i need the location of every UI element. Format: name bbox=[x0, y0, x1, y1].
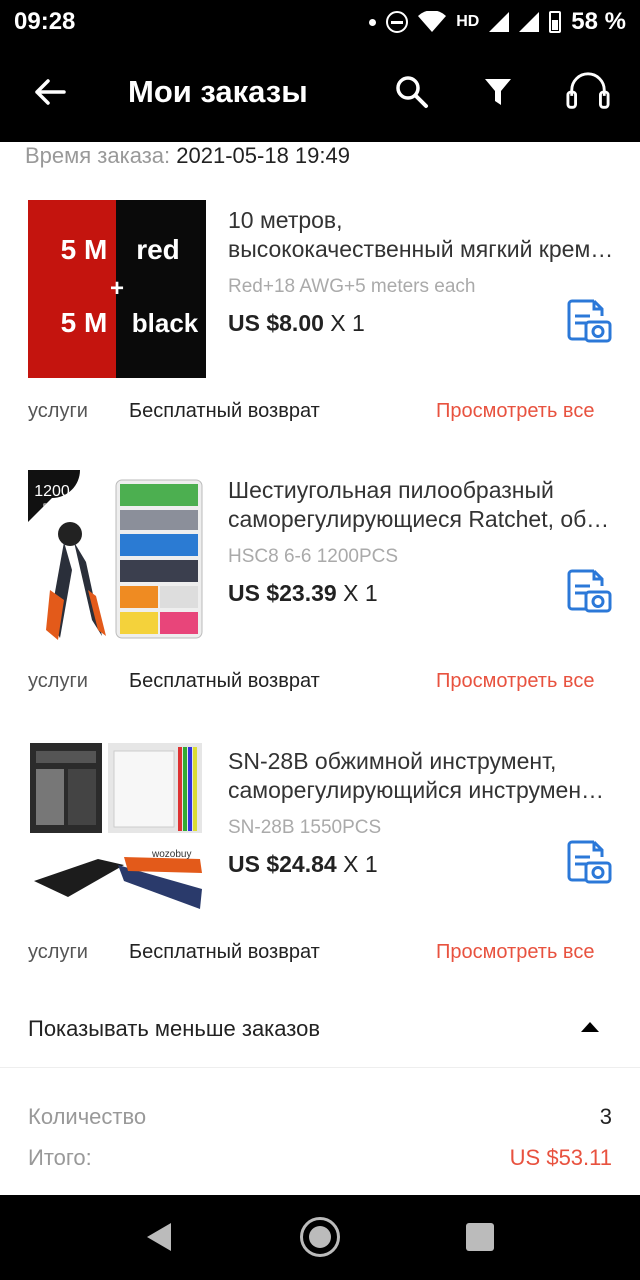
thumb-left-top: 5 M bbox=[61, 234, 108, 265]
brand-label: wozobuy bbox=[151, 849, 191, 860]
network-type: HD bbox=[456, 13, 480, 30]
support-button[interactable] bbox=[566, 70, 610, 114]
caret-up-icon bbox=[581, 1022, 599, 1032]
service-value: Бесплатный возврат bbox=[129, 400, 320, 422]
quantity-label: Количество bbox=[28, 1104, 147, 1129]
notification-dot-icon bbox=[369, 18, 377, 26]
search-button[interactable] bbox=[390, 70, 434, 114]
quantity: X 1 bbox=[343, 851, 378, 877]
product-title-line2: саморегулирующийся инструмент для обжима bbox=[228, 777, 614, 803]
wifi-icon bbox=[418, 11, 447, 32]
battery-icon bbox=[549, 11, 562, 33]
product-price: US $8.00 X 1 bbox=[228, 310, 365, 337]
product-title[interactable]: 10 метров, высококачественный мягкий кре… bbox=[228, 206, 614, 264]
arrow-left-icon bbox=[35, 79, 66, 105]
thumb-right-top: red bbox=[136, 234, 180, 265]
page-title: Мои заказы bbox=[128, 74, 308, 109]
battery-percent: 58 % bbox=[571, 8, 626, 35]
product-title-line2: саморегулирующиеся Ratchet, обжимной инс… bbox=[228, 506, 614, 532]
product-image[interactable]: 5 M + 5 M red black bbox=[28, 200, 206, 378]
product-variant: Red+18 AWG+5 meters each bbox=[228, 276, 476, 297]
total-value: US $53.11 bbox=[509, 1145, 612, 1170]
signal-2-icon bbox=[519, 12, 540, 32]
product-title-line1: SN-28B обжимной инструмент, bbox=[228, 748, 557, 774]
product-title[interactable]: SN-28B обжимной инструмент, саморегулиру… bbox=[228, 747, 614, 805]
quantity-value: 3 bbox=[599, 1104, 612, 1129]
receipt-camera-icon bbox=[567, 569, 612, 613]
receipt-button[interactable] bbox=[566, 568, 612, 614]
order-item[interactable]: 1200 PCS Шестиугольная пилообразный само… bbox=[0, 470, 640, 740]
receipt-camera-icon bbox=[567, 299, 612, 343]
thumb-left-bottom: 5 M bbox=[61, 307, 108, 338]
product-title-line2: высококачественный мягкий кремниевый про… bbox=[228, 236, 614, 262]
badge-unit: PCS bbox=[43, 502, 62, 512]
receipt-button[interactable] bbox=[566, 298, 612, 344]
price-value: US $23.39 bbox=[228, 580, 337, 606]
product-image[interactable]: 1200 PCS bbox=[28, 470, 206, 648]
badge-number: 1200 bbox=[34, 483, 70, 500]
receipt-camera-icon bbox=[567, 840, 612, 884]
order-item[interactable]: wozobuy SN-28B обжимной инструмент, само… bbox=[0, 741, 640, 1011]
product-title[interactable]: Шестиугольная пилообразный саморегулирую… bbox=[228, 476, 614, 534]
nav-recents-icon[interactable] bbox=[466, 1223, 494, 1251]
headset-icon bbox=[566, 72, 610, 109]
status-time: 09:28 bbox=[14, 8, 76, 35]
filter-button[interactable] bbox=[476, 70, 520, 114]
search-icon bbox=[396, 76, 428, 108]
quantity: X 1 bbox=[343, 580, 378, 606]
order-item[interactable]: 5 M + 5 M red black 10 метров, высококач… bbox=[0, 200, 640, 470]
product-title-line1: 10 метров, bbox=[228, 207, 343, 233]
service-value: Бесплатный возврат bbox=[129, 941, 320, 963]
service-label: услуги bbox=[28, 400, 88, 422]
nav-home-icon[interactable] bbox=[300, 1217, 340, 1257]
thumb-plus: + bbox=[110, 275, 124, 302]
view-all-link[interactable]: Просмотреть все bbox=[436, 670, 594, 693]
price-value: US $8.00 bbox=[228, 310, 324, 336]
product-image[interactable]: wozobuy bbox=[28, 741, 206, 919]
service-label: услуги bbox=[28, 941, 88, 963]
receipt-button[interactable] bbox=[566, 839, 612, 885]
quantity: X 1 bbox=[330, 310, 365, 336]
app-bar: Мои заказы bbox=[0, 44, 640, 142]
service-label: услуги bbox=[28, 670, 88, 692]
back-button[interactable] bbox=[30, 72, 70, 112]
thumb-right-bottom: black bbox=[132, 308, 199, 338]
system-nav-bar bbox=[0, 1195, 640, 1280]
status-icons: HD 58 % bbox=[369, 8, 626, 36]
show-less-label: Показывать меньше заказов bbox=[28, 1016, 321, 1041]
order-time: Время заказа: 2021-05-18 19:49 bbox=[25, 143, 350, 169]
view-all-link[interactable]: Просмотреть все bbox=[436, 941, 594, 964]
product-variant: HSC8 6-6 1200PCS bbox=[228, 546, 399, 567]
nav-back-icon[interactable] bbox=[147, 1223, 171, 1251]
total-label: Итого: bbox=[28, 1145, 92, 1170]
product-price: US $23.39 X 1 bbox=[228, 580, 378, 607]
order-time-value: 2021-05-18 19:49 bbox=[176, 143, 350, 168]
service-value: Бесплатный возврат bbox=[129, 670, 320, 692]
filter-icon bbox=[485, 79, 511, 105]
show-less-toggle[interactable]: Показывать меньше заказов bbox=[0, 990, 640, 1068]
order-time-label: Время заказа: bbox=[25, 143, 171, 168]
product-variant: SN-28B 1550PCS bbox=[228, 817, 382, 838]
view-all-link[interactable]: Просмотреть все bbox=[436, 400, 594, 423]
status-bar: 09:28 HD 58 % bbox=[0, 0, 640, 44]
product-price: US $24.84 X 1 bbox=[228, 851, 378, 878]
do-not-disturb-icon bbox=[386, 11, 409, 33]
signal-icon bbox=[489, 12, 510, 32]
price-value: US $24.84 bbox=[228, 851, 337, 877]
product-title-line1: Шестиугольная пилообразный bbox=[228, 477, 554, 503]
